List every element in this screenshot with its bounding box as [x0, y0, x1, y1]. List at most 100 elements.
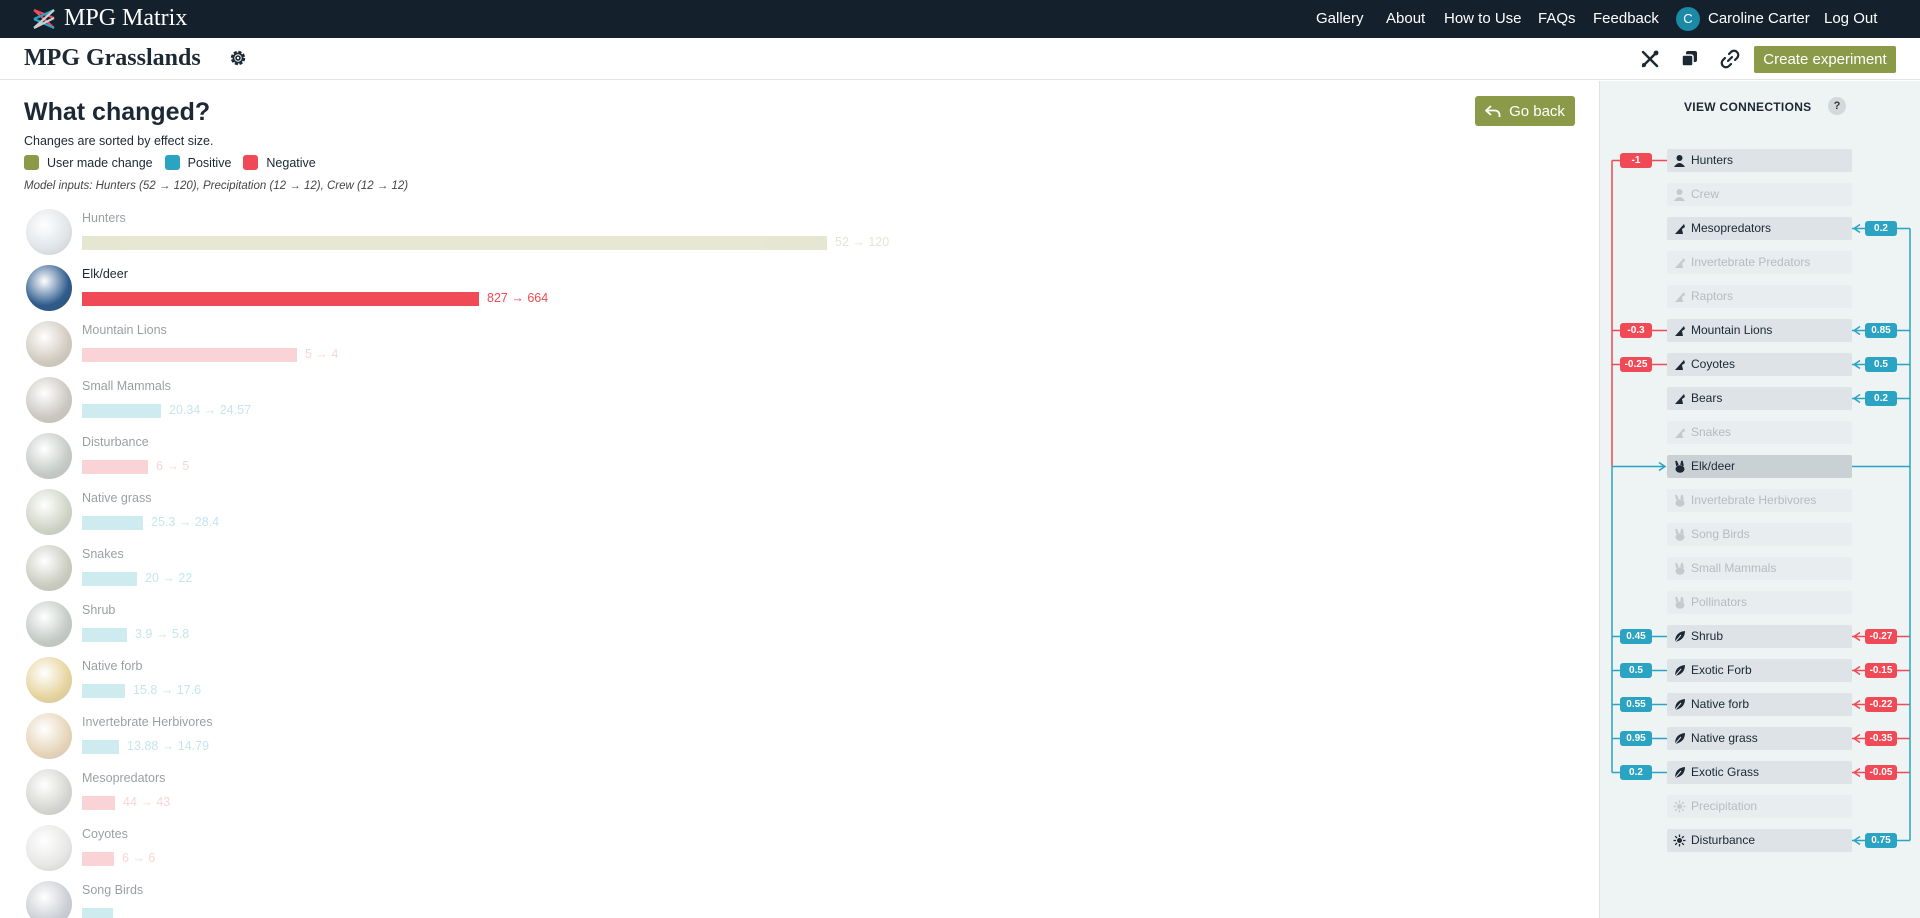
change-row[interactable]: Mountain Lions 5 → 4: [24, 321, 1524, 377]
nav-feedback-link[interactable]: Feedback: [1593, 10, 1659, 27]
reply-arrow-icon: [1485, 105, 1501, 117]
change-value: 20 → 22: [145, 571, 192, 585]
predator-icon: [1675, 224, 1685, 234]
connection-node[interactable]: Disturbance: [1667, 829, 1852, 852]
connection-node[interactable]: Raptors: [1667, 285, 1852, 308]
connection-node[interactable]: Small Mammals: [1667, 557, 1852, 580]
connection-node[interactable]: Coyotes: [1667, 353, 1852, 376]
change-bar: [82, 404, 161, 418]
change-from: 5: [305, 347, 312, 361]
change-row[interactable]: Disturbance 6 → 5: [24, 433, 1524, 489]
nav-about-link[interactable]: About: [1386, 10, 1425, 27]
change-value: 44 → 43: [123, 795, 170, 809]
connection-node[interactable]: Crew: [1667, 183, 1852, 206]
connection-node[interactable]: Mountain Lions: [1667, 319, 1852, 342]
tools-icon[interactable]: [1640, 49, 1660, 69]
nav-gallery-link[interactable]: Gallery: [1316, 10, 1364, 27]
connection-node[interactable]: Exotic Grass: [1667, 761, 1852, 784]
nav-how-to-use-link[interactable]: How to Use: [1444, 10, 1522, 27]
change-row[interactable]: Mesopredators 44 → 43: [24, 769, 1524, 825]
connection-node-label: Native forb: [1691, 697, 1750, 711]
user-name-link[interactable]: Caroline Carter: [1708, 10, 1810, 27]
change-row[interactable]: Native forb 15.8 → 17.6: [24, 657, 1524, 713]
link-icon[interactable]: [1720, 49, 1740, 69]
connection-node[interactable]: Native forb: [1667, 693, 1852, 716]
connection-node[interactable]: Shrub: [1667, 625, 1852, 648]
leaf-icon: [1674, 733, 1685, 745]
herbivore-icon: [1675, 528, 1685, 541]
species-photo: [26, 377, 72, 423]
connection-node-label: Exotic Grass: [1691, 765, 1760, 779]
connection-node[interactable]: Hunters: [1667, 149, 1852, 172]
influence-badge-left: 0.45: [1620, 629, 1652, 644]
brand[interactable]: MPG Matrix: [30, 5, 187, 32]
change-row[interactable]: Hunters 52 → 120: [24, 209, 1524, 265]
change-to: 5: [182, 459, 190, 473]
influence-badge-right: 0.2: [1865, 221, 1897, 236]
herbivore-icon: [1675, 596, 1685, 609]
influence-badge-right: -0.15: [1865, 663, 1897, 678]
predator-icon: [1675, 360, 1685, 370]
connection-node[interactable]: Bears: [1667, 387, 1852, 410]
nav-faqs-link[interactable]: FAQs: [1538, 10, 1576, 27]
connection-node-label: Song Birds: [1691, 527, 1750, 541]
connection-node-label: Mountain Lions: [1691, 323, 1773, 337]
change-row[interactable]: Small Mammals 20.34 → 24.57: [24, 377, 1524, 433]
view-connections-title: VIEW CONNECTIONS: [1684, 100, 1812, 114]
species-photo: [26, 769, 72, 815]
arrow-glyph: →: [848, 235, 869, 249]
arrow-glyph: →: [162, 459, 183, 473]
influence-badge-right: -0.27: [1865, 629, 1897, 644]
change-row[interactable]: Song Birds: [24, 881, 1524, 918]
connection-node[interactable]: Native grass: [1667, 727, 1852, 750]
change-from: 25.3: [151, 515, 176, 529]
create-experiment-button[interactable]: Create experiment: [1754, 46, 1896, 73]
species-photo: [26, 601, 72, 647]
species-photo: [26, 881, 72, 918]
change-row[interactable]: Invertebrate Herbivores 13.88 → 14.79: [24, 713, 1524, 769]
connection-node-label: Native grass: [1691, 731, 1758, 745]
change-row[interactable]: Elk/deer 827 → 664: [24, 265, 1524, 321]
change-row[interactable]: Coyotes 6 → 6: [24, 825, 1524, 881]
duplicate-icon[interactable]: [1680, 49, 1700, 69]
species-photo: [26, 489, 72, 535]
connection-node[interactable]: Mesopredators: [1667, 217, 1852, 240]
change-value: 15.8 → 17.6: [133, 683, 201, 697]
logout-link[interactable]: Log Out: [1824, 10, 1877, 27]
predator-icon: [1675, 258, 1685, 268]
change-from: 13.88: [127, 739, 159, 753]
change-value: 827 → 664: [487, 291, 548, 305]
connection-node[interactable]: Pollinators: [1667, 591, 1852, 614]
legend-positive-swatch: [164, 155, 180, 170]
legend-negative-label: Negative: [266, 155, 316, 170]
connection-node[interactable]: Precipitation: [1667, 795, 1852, 818]
influence-badge-right: 0.5: [1865, 357, 1897, 372]
settings-gear-icon[interactable]: [228, 48, 248, 68]
change-value: 25.3 → 28.4: [151, 515, 219, 529]
change-row[interactable]: Shrub 3.9 → 5.8: [24, 601, 1524, 657]
species-photo: [26, 545, 72, 591]
change-value: 6 → 5: [156, 459, 189, 473]
go-back-button[interactable]: Go back: [1475, 96, 1575, 126]
sun-icon: [1673, 800, 1686, 813]
connection-node[interactable]: Exotic Forb: [1667, 659, 1852, 682]
change-row-name: Hunters: [82, 211, 126, 225]
connection-node[interactable]: Invertebrate Predators: [1667, 251, 1852, 274]
predator-icon: [1675, 394, 1685, 404]
legend-user-swatch: [24, 155, 39, 170]
change-value: 52 → 120: [835, 235, 889, 249]
connection-node-label: Small Mammals: [1691, 561, 1777, 575]
change-row[interactable]: Native grass 25.3 → 28.4: [24, 489, 1524, 545]
user-avatar[interactable]: C: [1676, 7, 1700, 31]
help-icon[interactable]: ?: [1828, 97, 1846, 115]
change-row[interactable]: Snakes 20 → 22: [24, 545, 1524, 601]
connection-node[interactable]: Snakes: [1667, 421, 1852, 444]
change-value: 5 → 4: [305, 347, 338, 361]
connection-node[interactable]: Elk/deer: [1667, 455, 1852, 478]
change-bar: [82, 796, 115, 810]
change-row-name: Song Birds: [82, 883, 144, 897]
person-icon: [1674, 189, 1685, 201]
connection-node[interactable]: Song Birds: [1667, 523, 1852, 546]
legend: User made change Positive Negative: [24, 155, 328, 170]
connection-node[interactable]: Invertebrate Herbivores: [1667, 489, 1852, 512]
